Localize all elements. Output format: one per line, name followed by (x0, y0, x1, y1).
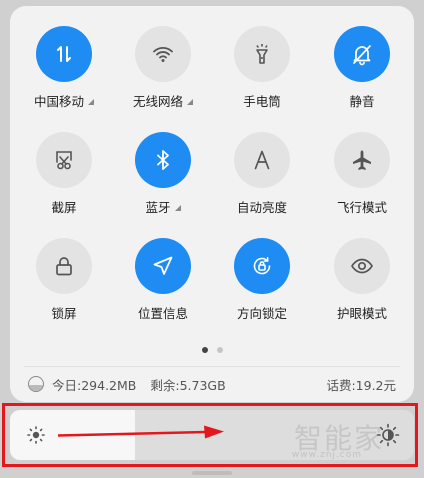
tile-label-row: 手电筒 (214, 91, 310, 110)
today-usage: 今日:294.2MB (52, 377, 137, 393)
wifi-icon (153, 47, 173, 62)
page-dot-2[interactable] (216, 347, 223, 353)
tile-label: 手电筒 (243, 94, 281, 109)
tile-toggle-button[interactable] (334, 132, 390, 188)
page-dot-1[interactable] (201, 347, 208, 353)
expand-corner-icon (174, 205, 181, 211)
tile-label: 自动亮度 (236, 200, 287, 215)
tile-toggle-button[interactable] (135, 26, 191, 82)
tile-mobile-data[interactable]: 中国移动 (16, 26, 112, 110)
tile-label: 锁屏 (51, 306, 77, 321)
tile-label: 中国移动 (33, 94, 84, 109)
tile-label-row: 中国移动 (16, 91, 112, 110)
rotation-lock-icon (253, 257, 271, 275)
tile-label: 静音 (349, 94, 375, 109)
tile-toggle-button[interactable] (36, 238, 92, 294)
tile-label: 蓝牙 (145, 200, 171, 215)
annotation-highlight-box (2, 403, 418, 467)
airplane-icon (353, 150, 371, 170)
tile-label: 飞行模式 (336, 200, 387, 215)
tile-rotation-lock[interactable]: 方向锁定 (214, 238, 310, 322)
tile-toggle-button[interactable] (334, 26, 390, 82)
tile-label-row: 飞行模式 (314, 197, 410, 216)
remaining-data: 剩余:5.73GB (150, 377, 226, 393)
tile-airplane[interactable]: 飞行模式 (314, 132, 410, 216)
tile-mute-bell[interactable]: 静音 (314, 26, 410, 110)
mobile-data-icon (57, 46, 71, 62)
tile-label-row: 自动亮度 (214, 197, 310, 216)
tile-lock[interactable]: 锁屏 (16, 238, 112, 322)
tile-label-row: 静音 (314, 91, 410, 110)
tile-toggle-button[interactable] (234, 238, 290, 294)
screenshot-icon (56, 151, 72, 170)
tile-flashlight[interactable]: 手电筒 (214, 26, 310, 110)
tile-toggle-button[interactable] (135, 238, 191, 294)
tile-bluetooth[interactable]: 蓝牙 (115, 132, 211, 216)
tile-label: 护眼模式 (336, 306, 387, 321)
eye-icon (351, 258, 373, 274)
tile-auto-brightness[interactable]: 自动亮度 (214, 132, 310, 216)
tile-toggle-button[interactable] (234, 132, 290, 188)
tile-wifi[interactable]: 无线网络 (115, 26, 211, 110)
tile-toggle-button[interactable] (334, 238, 390, 294)
tile-label-row: 方向锁定 (214, 303, 310, 322)
tile-screenshot[interactable]: 截屏 (16, 132, 112, 216)
tile-label-row: 截屏 (16, 197, 112, 216)
tile-label: 无线网络 (132, 94, 183, 109)
tile-label-row: 护眼模式 (314, 303, 410, 322)
lock-icon (56, 257, 72, 276)
expand-corner-icon (88, 99, 94, 105)
tile-toggle-button[interactable] (135, 132, 191, 188)
page-indicator (10, 347, 414, 353)
tile-label-row: 位置信息 (115, 303, 211, 322)
tile-label: 位置信息 (137, 306, 188, 321)
data-usage-icon (28, 376, 44, 392)
tile-label-row: 无线网络 (115, 91, 211, 110)
phone-fee: 话费:19.2元 (326, 377, 396, 393)
tile-toggle-button[interactable] (234, 26, 290, 82)
tile-label-row: 锁屏 (16, 303, 112, 322)
tile-location[interactable]: 位置信息 (115, 238, 211, 322)
tile-eye[interactable]: 护眼模式 (314, 238, 410, 322)
quick-settings-panel: 中国移动 无线网络 手电筒 静音 截屏 蓝牙 自动亮度 飞行模式 锁屏 位置信息 方向锁定 护眼模式 … (10, 6, 414, 402)
auto-brightness-icon (254, 150, 270, 170)
location-icon (153, 256, 173, 275)
data-usage-bar[interactable]: 今日:294.2MB 剩余:5.73GB 话费:19.2元 (28, 372, 396, 396)
tile-toggle-button[interactable] (36, 132, 92, 188)
drag-handle[interactable] (192, 471, 232, 475)
tile-label: 方向锁定 (236, 306, 287, 321)
expand-corner-icon (187, 99, 193, 105)
mute-bell-icon (353, 45, 371, 66)
divider (24, 366, 400, 367)
tile-label-row: 蓝牙 (115, 197, 211, 216)
tile-label: 截屏 (51, 200, 77, 215)
flashlight-icon (256, 44, 268, 64)
bluetooth-icon (157, 150, 169, 170)
tile-toggle-button[interactable] (36, 26, 92, 82)
